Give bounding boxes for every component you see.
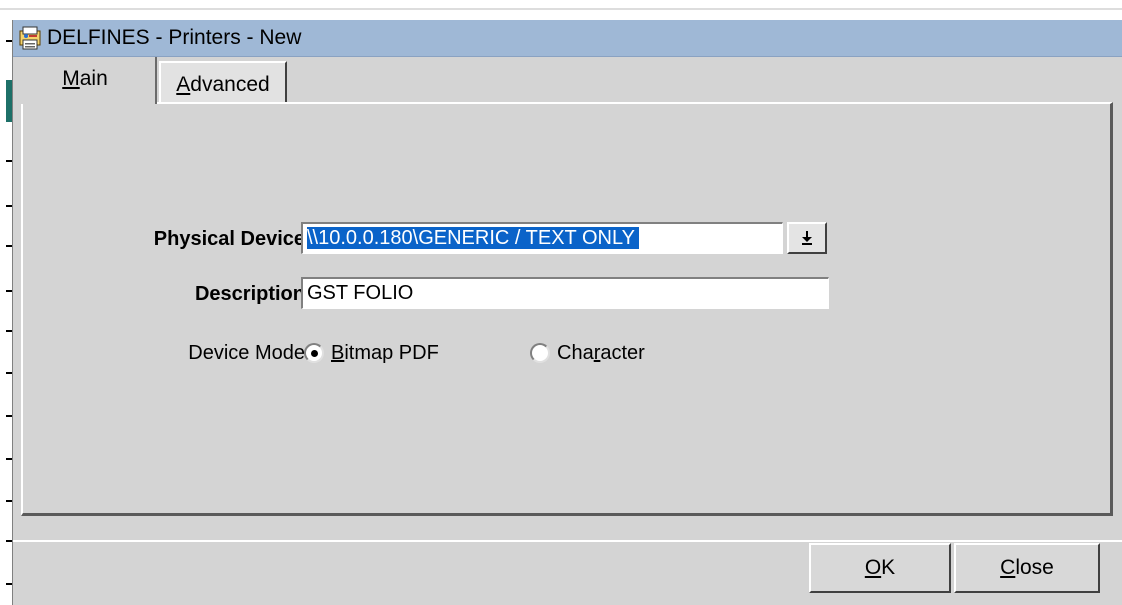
tab-main-accelerator: M: [62, 67, 80, 90]
radio-bitmap-pdf-accelerator: B: [331, 342, 345, 364]
radio-character[interactable]: [530, 343, 550, 363]
printer-app-icon: [17, 25, 43, 51]
description-field[interactable]: GST FOLIO: [301, 277, 829, 309]
main-tab-panel: Physical Device \\10.0.0.180\GENERIC / T…: [21, 102, 1113, 516]
tab-advanced[interactable]: Advanced: [159, 61, 287, 105]
printer-dialog: DELFINES - Printers - New Main Advanced …: [12, 20, 1122, 605]
close-button-accelerator: C: [1000, 556, 1016, 579]
background-top-line: [0, 8, 1122, 10]
physical-device-field[interactable]: \\10.0.0.180\GENERIC / TEXT ONLY: [301, 222, 783, 254]
ok-button-label: K: [881, 556, 896, 579]
bottom-separator: [13, 540, 1122, 542]
tab-main[interactable]: Main: [15, 57, 157, 104]
radio-bitmap-pdf-label[interactable]: Bitmap PDF: [331, 342, 439, 365]
title-bar[interactable]: DELFINES - Printers - New: [13, 20, 1122, 57]
radio-character-text-start: Cha: [557, 342, 594, 364]
ok-button-accelerator: O: [864, 556, 882, 579]
tab-advanced-accelerator: A: [176, 73, 191, 96]
radio-bitmap-pdf-text: itmap PDF: [344, 342, 439, 364]
radio-selected-dot: [311, 350, 318, 357]
background-window-edge: [0, 0, 12, 605]
tab-main-label: ain: [79, 67, 108, 90]
physical-device-selected-text: \\10.0.0.180\GENERIC / TEXT ONLY: [307, 227, 639, 249]
window-title: DELFINES - Printers - New: [47, 26, 302, 49]
close-button-label: lose: [1015, 556, 1054, 579]
description-value: GST FOLIO: [307, 282, 414, 304]
description-label: Description: [194, 283, 305, 305]
radio-character-text-end: acter: [600, 342, 645, 364]
down-arrow-icon: [800, 229, 814, 246]
physical-device-dropdown-button[interactable]: [787, 222, 827, 254]
ok-button[interactable]: OK: [809, 543, 951, 593]
physical-device-label: Physical Device: [153, 228, 305, 250]
close-button[interactable]: Close: [954, 543, 1100, 593]
device-mode-label: Device Mode: [188, 342, 305, 364]
tab-advanced-label: dvanced: [190, 73, 270, 96]
radio-character-label[interactable]: Character: [557, 342, 645, 365]
radio-bitmap-pdf[interactable]: [304, 343, 324, 363]
